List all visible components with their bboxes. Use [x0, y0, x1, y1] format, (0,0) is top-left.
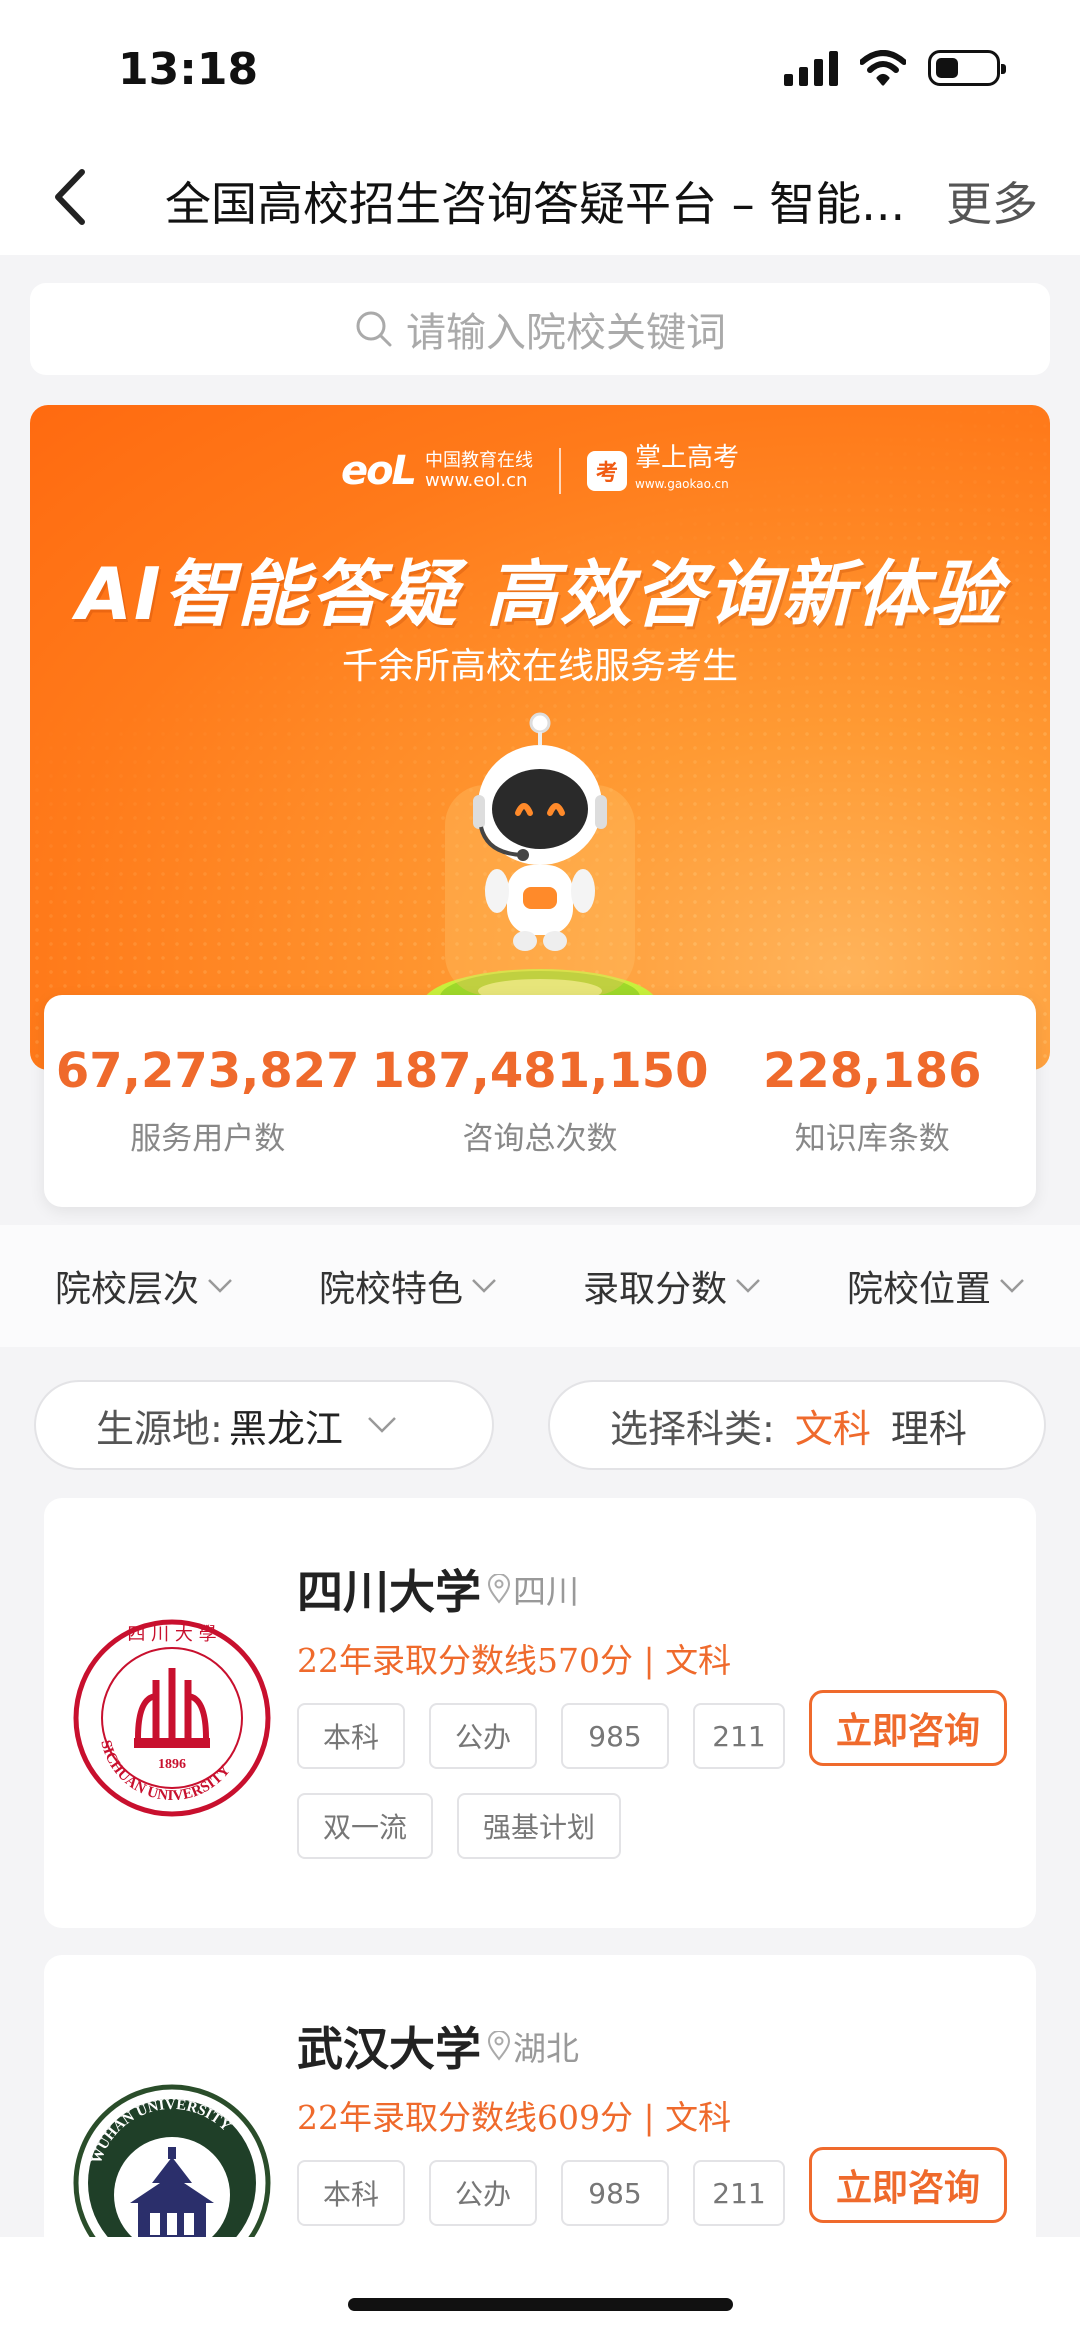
- search-icon: [356, 311, 392, 347]
- consult-button[interactable]: 立即咨询: [809, 1690, 1007, 1766]
- promo-banner[interactable]: eoL 中国教育在线 www.eol.cn 考 掌上高考 www.gaokao.cn…: [30, 405, 1050, 1070]
- gaokao-logo-url: www.gaokao.cn: [635, 477, 729, 491]
- consult-button[interactable]: 立即咨询: [809, 2147, 1007, 2223]
- eol-logo: eoL 中国教育在线 www.eol.cn: [340, 448, 534, 494]
- score-line: 22年录取分数线609分 | 文科: [297, 2098, 732, 2137]
- filter-score[interactable]: 录取分数: [583, 1260, 761, 1312]
- tag: 公办: [429, 1703, 538, 1769]
- signal-icon: [784, 50, 838, 86]
- tag-list: 本科 公办 985 211: [297, 2160, 797, 2226]
- banner-subline: 千余所高校在线服务考生: [341, 646, 738, 687]
- tag: 211: [693, 2160, 786, 2226]
- tag-list: 本科 公办 985 211 双一流 强基计划: [297, 1703, 797, 1859]
- stat-value: 187,481,150: [371, 1043, 709, 1099]
- stat-label: 知识库条数: [794, 1121, 950, 1157]
- nav-bar: 全国高校招生咨询答疑平台 – 智能... 更多: [0, 140, 1080, 255]
- filter-level[interactable]: 院校层次: [55, 1260, 233, 1312]
- filter-bar: 院校层次 院校特色 录取分数 院校位置: [0, 1225, 1080, 1347]
- page-title: 全国高校招生咨询答疑平台 – 智能...: [165, 177, 906, 231]
- stat-label: 咨询总次数: [462, 1121, 618, 1157]
- university-location: 湖北: [487, 2022, 579, 2070]
- stat-value: 228,186: [762, 1043, 982, 1099]
- gaokao-logo: 考 掌上高考 www.gaokao.cn: [587, 445, 739, 497]
- university-name: 武汉大学 湖北: [297, 2013, 579, 2079]
- subject-selector: 选择科类: 文科 理科: [548, 1380, 1046, 1470]
- origin-selector[interactable]: 生源地: 黑龙江: [34, 1380, 494, 1470]
- stat-value: 67,273,827: [55, 1043, 360, 1099]
- chevron-down-icon: [367, 1417, 396, 1433]
- filter-label: 院校层次: [54, 1269, 199, 1310]
- stat-users: 67,273,827 服务用户数: [44, 995, 371, 1207]
- back-icon[interactable]: [52, 162, 112, 232]
- battery-icon: [928, 50, 1006, 86]
- home-bar: [0, 2237, 1080, 2337]
- tag: 双一流: [297, 1793, 434, 1859]
- subject-option-science[interactable]: 理科: [891, 1398, 967, 1453]
- eol-logo-url: www.eol.cn: [425, 470, 528, 491]
- filter-label: 院校特色: [318, 1269, 463, 1310]
- wifi-icon: [860, 50, 906, 86]
- stats-card: 67,273,827 服务用户数 187,481,150 咨询总次数 228,1…: [44, 995, 1036, 1207]
- search-placeholder: 请输入院校关键词: [406, 310, 726, 356]
- stat-label: 服务用户数: [130, 1121, 286, 1157]
- filter-label: 录取分数: [582, 1269, 727, 1310]
- origin-label: 生源地:: [96, 1406, 223, 1451]
- banner-logos: eoL 中国教育在线 www.eol.cn 考 掌上高考 www.gaokao.cn: [30, 445, 1050, 497]
- location-text: 四川: [513, 1572, 579, 1611]
- home-indicator[interactable]: [348, 2298, 733, 2311]
- stat-knowledge: 228,186 知识库条数: [709, 995, 1036, 1207]
- subject-option-arts[interactable]: 文科: [795, 1398, 871, 1453]
- university-title: 武汉大学: [297, 2022, 481, 2076]
- tag: 强基计划: [457, 1793, 622, 1859]
- tag: 985: [561, 2160, 670, 2226]
- status-bar: 13:18: [0, 0, 1080, 140]
- filter-location[interactable]: 院校位置: [847, 1260, 1025, 1312]
- stat-consultations: 187,481,150 咨询总次数: [371, 995, 708, 1207]
- tag: 本科: [297, 2160, 406, 2226]
- score-line: 22年录取分数线570分 | 文科: [297, 1641, 732, 1680]
- robot-mascot-icon: [422, 712, 658, 1041]
- status-icons: [784, 50, 1006, 86]
- subject-label: 选择科类:: [610, 1406, 775, 1451]
- tag: 211: [693, 1703, 786, 1769]
- tag: 公办: [429, 2160, 538, 2226]
- eol-logo-text: 中国教育在线: [425, 450, 534, 471]
- university-title: 四川大学: [297, 1565, 481, 1619]
- selector-row: 生源地: 黑龙江 选择科类: 文科 理科: [0, 1350, 1080, 1480]
- banner-headline: AI智能答疑 高效咨询新体验: [76, 552, 1004, 636]
- location-text: 湖北: [513, 2029, 579, 2068]
- university-card[interactable]: SICHUAN UNIVERSITY 四 川 大 學 1896 四川大学 四川 …: [44, 1498, 1036, 1928]
- search-input[interactable]: 请输入院校关键词: [30, 283, 1050, 375]
- sichuan-university-logo: SICHUAN UNIVERSITY 四 川 大 學 1896: [73, 1619, 271, 1817]
- chevron-down-icon: [472, 1279, 496, 1293]
- chevron-down-icon: [1000, 1279, 1024, 1293]
- location-pin-icon: [487, 2031, 511, 2061]
- filter-label: 院校位置: [846, 1269, 991, 1310]
- university-name: 四川大学 四川: [297, 1556, 579, 1622]
- location-pin-icon: [487, 1574, 511, 1604]
- filter-feature[interactable]: 院校特色: [319, 1260, 497, 1312]
- university-location: 四川: [487, 1565, 579, 1613]
- chevron-down-icon: [736, 1279, 760, 1293]
- svg-text:四 川 大 學: 四 川 大 學: [127, 1624, 216, 1645]
- gaokao-logo-text: 掌上高考: [635, 443, 740, 473]
- svg-text:1896: 1896: [158, 1757, 186, 1772]
- status-time: 13:18: [118, 44, 259, 95]
- tag: 985: [561, 1703, 670, 1769]
- chevron-down-icon: [208, 1279, 232, 1293]
- origin-value: 黑龙江: [228, 1406, 343, 1451]
- more-button[interactable]: 更多: [946, 168, 1038, 234]
- tag: 本科: [297, 1703, 406, 1769]
